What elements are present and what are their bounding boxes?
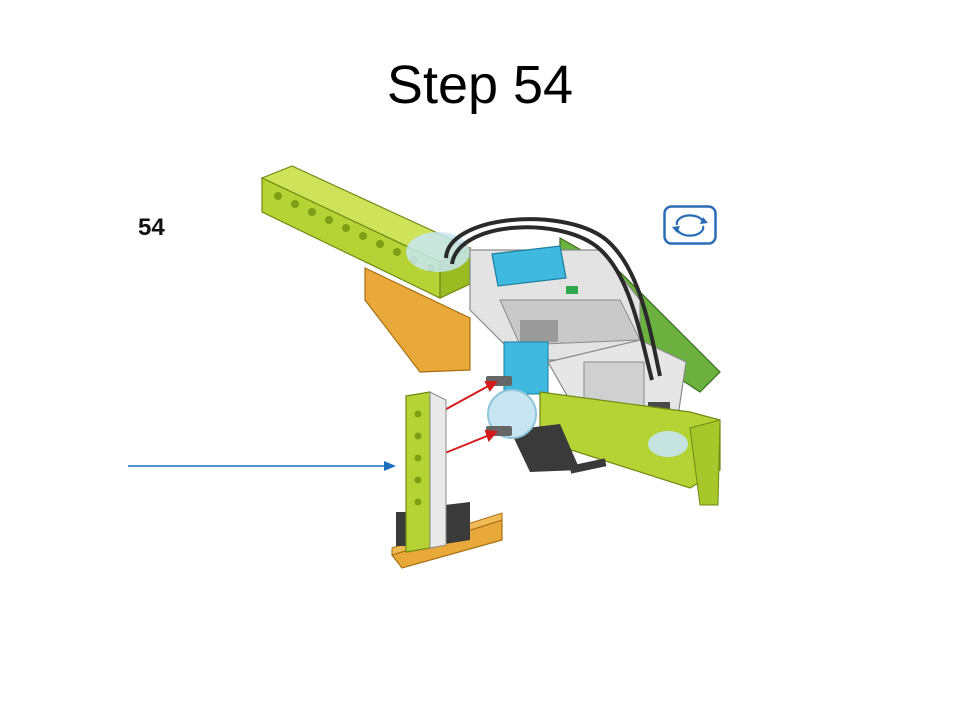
azure-block bbox=[503, 341, 549, 395]
gear-rack-assembly bbox=[391, 391, 503, 569]
pointer-arrow bbox=[128, 461, 396, 471]
green-leg bbox=[689, 419, 721, 506]
trans-clear-small-round bbox=[648, 431, 688, 457]
lego-model-illustration bbox=[260, 165, 721, 569]
